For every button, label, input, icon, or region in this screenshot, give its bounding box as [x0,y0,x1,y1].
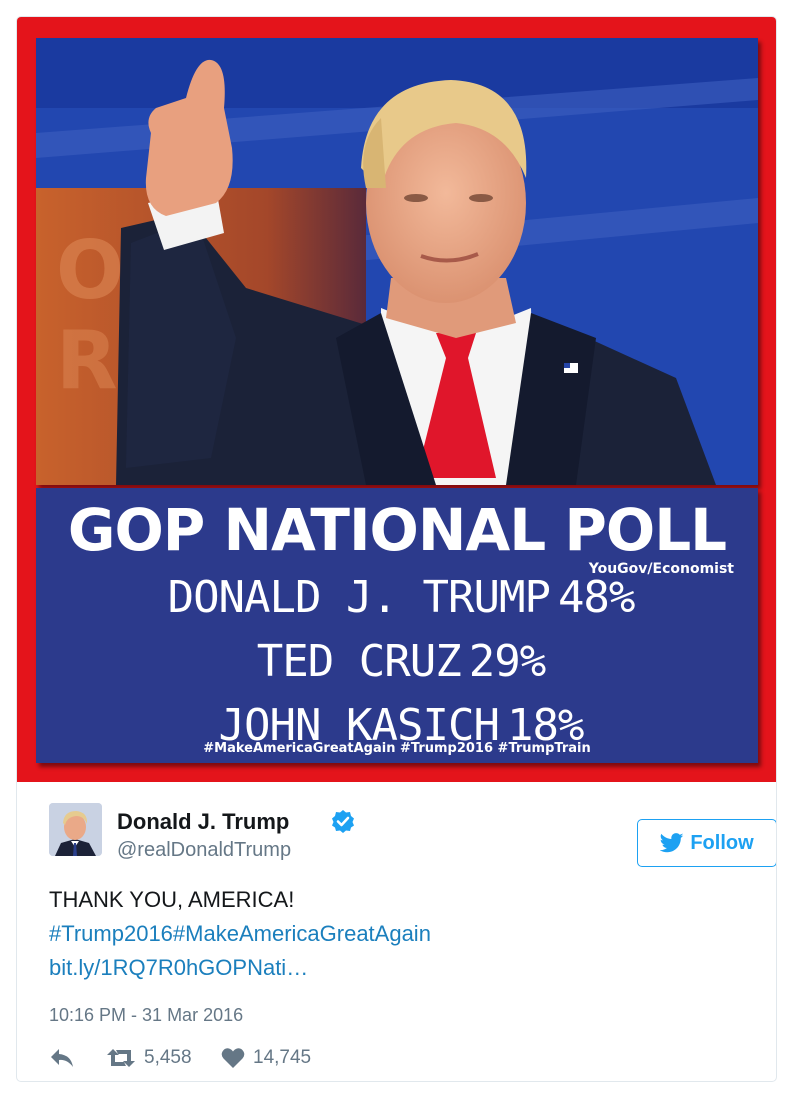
poll-row: DONALD J. TRUMP 48% [36,572,758,623]
tweet-header: Donald J. Trump @realDonaldTrump Follow [49,803,776,867]
tweet-text: THANK YOU, AMERICA! #Trump2016#MakeAmeri… [49,883,739,985]
hashtag-link[interactable]: #Trump2016#MakeAmericaGreatAgain [49,917,739,951]
follow-label: Follow [690,831,754,854]
reply-icon [51,1049,73,1067]
tweet-media-image[interactable]: Oh R GOP NATIONAL POLL YouGov/Economist … [17,17,776,782]
candidate-percent: 48% [557,572,635,623]
like-button[interactable]: 14,745 [221,1047,311,1069]
follow-button[interactable]: Follow [637,819,776,867]
poll-hashtags: #MakeAmericaGreatAgain #Trump2016 #Trump… [203,741,591,756]
candidate-name: TED CRUZ [256,636,462,687]
candidate-name: DONALD J. TRUMP [167,572,551,623]
reply-button[interactable] [49,1047,75,1069]
verified-badge-icon [331,809,355,833]
tweet-card: Oh R GOP NATIONAL POLL YouGov/Economist … [16,16,777,1082]
author-name[interactable]: Donald J. Trump [117,809,289,835]
candidate-photo: Oh R [36,38,758,485]
retweet-button[interactable]: 5,458 [106,1047,192,1069]
retweet-icon [107,1049,135,1067]
tweet-text-line: THANK YOU, AMERICA! [49,887,295,912]
like-count: 14,745 [253,1047,312,1068]
avatar[interactable] [49,803,102,856]
poll-title: GOP NATIONAL POLL [67,496,727,564]
poll-row: TED CRUZ 29% [36,636,758,687]
heart-icon [221,1048,245,1068]
tweet-actions: 5,458 14,745 [49,1047,549,1077]
author-handle[interactable]: @realDonaldTrump [117,839,291,862]
tweet-timestamp[interactable]: 10:16 PM - 31 Mar 2016 [49,1005,243,1026]
svg-text:R: R [56,314,118,407]
candidate-percent: 29% [468,636,546,687]
url-link[interactable]: bit.ly/1RQ7R0hGOPNati… [49,951,739,985]
poll-results-panel: GOP NATIONAL POLL YouGov/Economist DONAL… [36,488,758,763]
twitter-bird-icon [660,833,684,853]
retweet-count: 5,458 [144,1047,192,1068]
